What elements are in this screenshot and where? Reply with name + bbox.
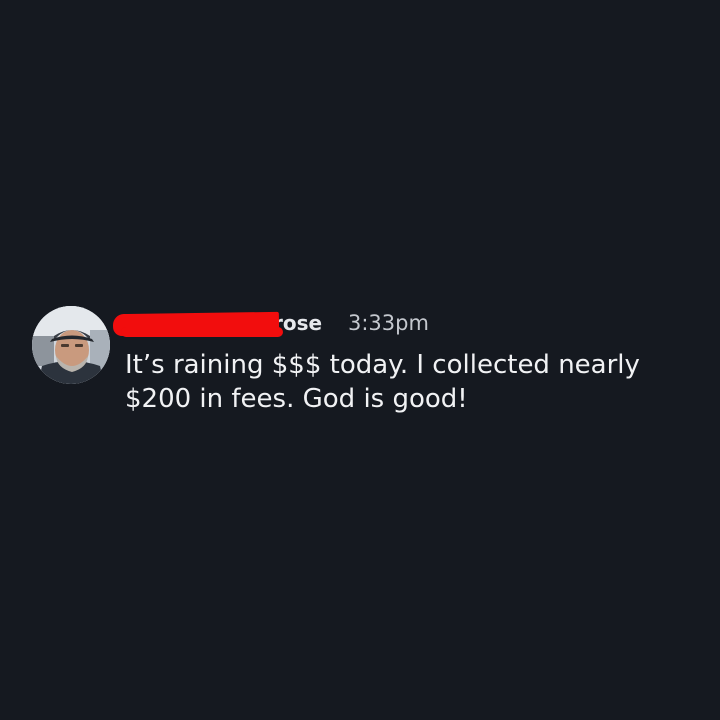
message-header: rose 3:33pm bbox=[112, 306, 695, 342]
redaction-mark-lower bbox=[121, 327, 283, 337]
message-content: rose 3:33pm It’s raining $$$ today. I co… bbox=[112, 306, 695, 416]
chat-screen: rose 3:33pm It’s raining $$$ today. I co… bbox=[0, 0, 720, 720]
timestamp: 3:33pm bbox=[348, 311, 429, 335]
avatar[interactable] bbox=[32, 306, 110, 384]
username[interactable]: rose bbox=[112, 311, 322, 337]
avatar-photo bbox=[32, 306, 110, 384]
message-text: It’s raining $$$ today. I collected near… bbox=[125, 350, 640, 414]
